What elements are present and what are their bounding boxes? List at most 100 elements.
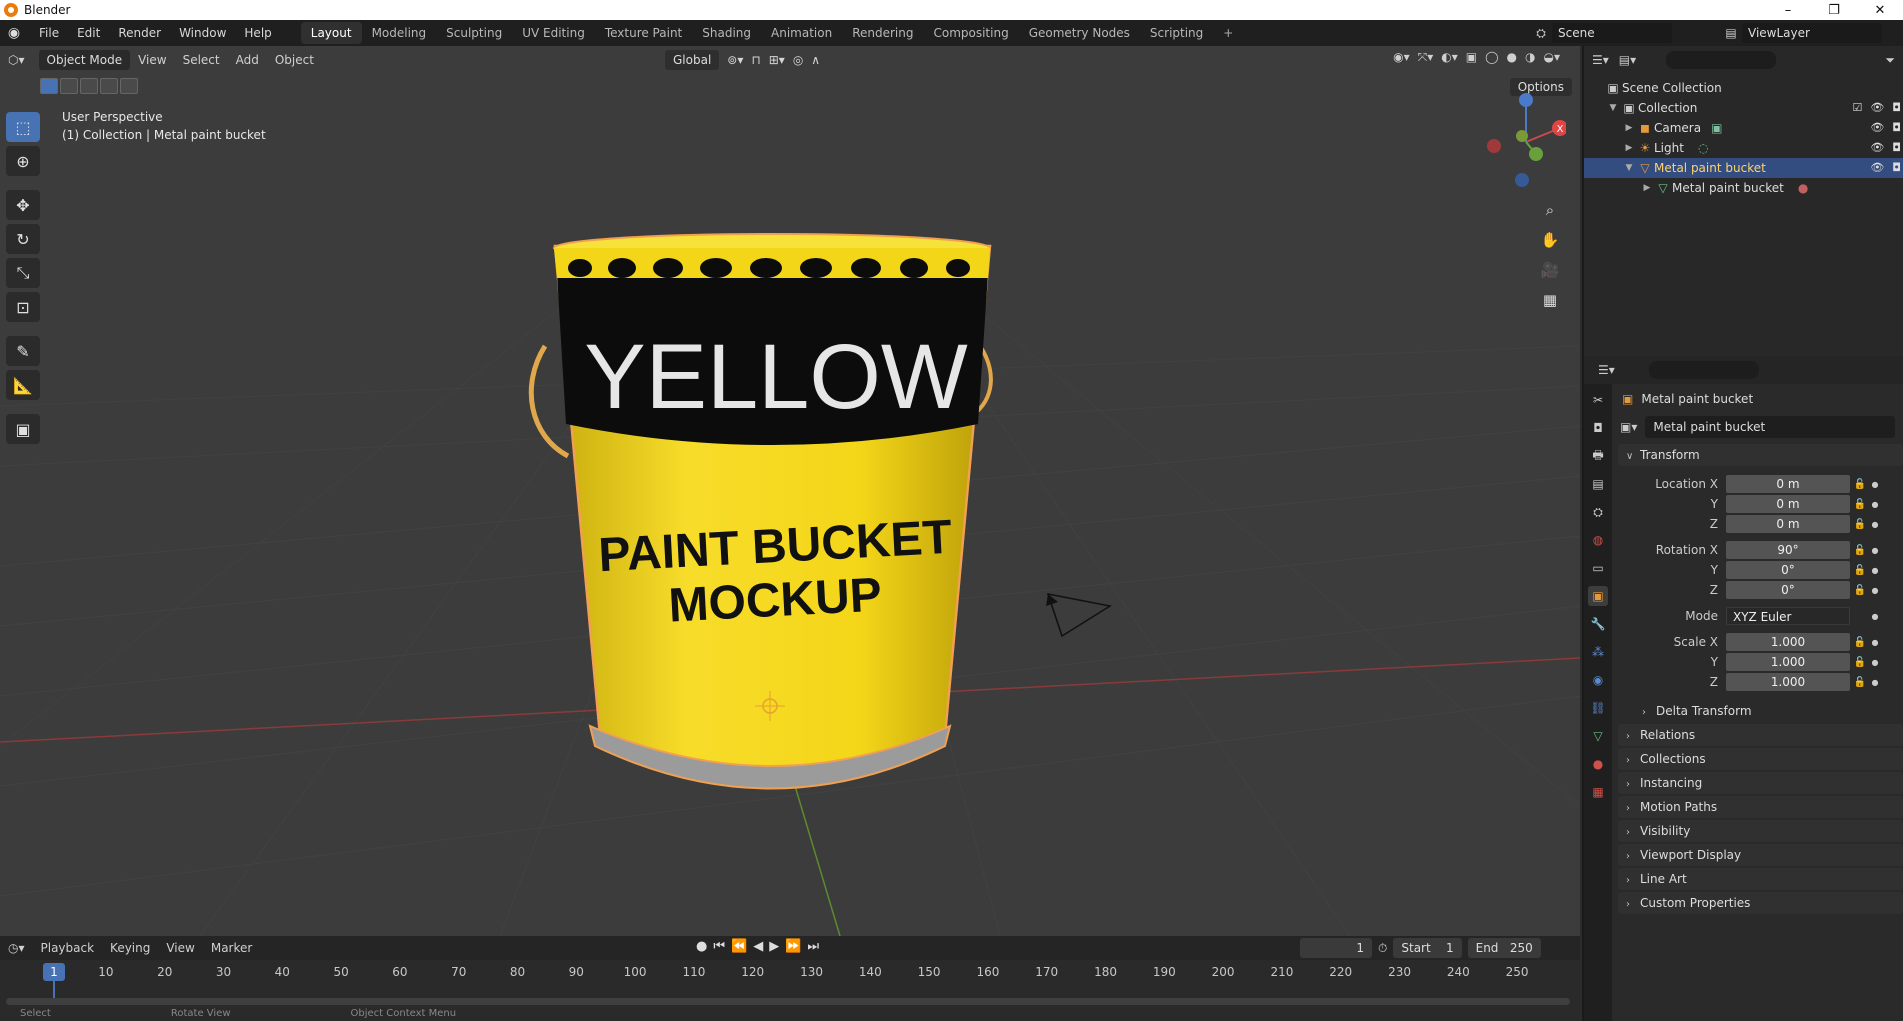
keyframe-dot-icon[interactable]: ● — [1870, 546, 1880, 555]
eye-icon[interactable]: 👁 — [1870, 158, 1884, 178]
keyframe-dot-icon[interactable]: ● — [1870, 638, 1880, 647]
expand-arrow-icon[interactable]: ▶ — [1622, 118, 1636, 138]
eye-icon[interactable]: 👁 — [1870, 98, 1884, 118]
add-menu[interactable]: Add — [228, 53, 267, 67]
select-subtract-icon[interactable] — [80, 78, 98, 94]
tab-uv-editing[interactable]: UV Editing — [512, 22, 595, 44]
record-icon[interactable]: ● — [696, 939, 707, 954]
location-x-field[interactable]: 0 m — [1726, 475, 1850, 493]
modifier-tab-icon[interactable]: 🔧 — [1588, 614, 1608, 634]
render-camera-icon[interactable]: ◘ — [1892, 98, 1901, 118]
scale-x-field[interactable]: 1.000 — [1726, 633, 1850, 651]
outliner-item-metal-paint-bucket[interactable]: ▼ ▽ Metal paint bucket 👁 ◘ — [1584, 158, 1903, 178]
visibility-panel-header[interactable]: › Visibility — [1618, 820, 1903, 842]
lock-icon[interactable]: 🔓 — [1850, 519, 1870, 530]
camera-data-icon[interactable]: ▣ — [1711, 118, 1722, 138]
tab-modeling[interactable]: Modeling — [362, 22, 437, 44]
scene-tab-icon[interactable]: ⛭ — [1588, 502, 1608, 522]
camera-view-icon[interactable]: 🎥 — [1536, 256, 1564, 284]
proportional-edit-icon[interactable]: ◎ — [793, 53, 803, 67]
marker-menu[interactable]: Marker — [203, 941, 260, 955]
material-icon[interactable]: ● — [1798, 178, 1808, 198]
filter-icon[interactable]: ⏷ — [1885, 53, 1895, 68]
object-menu[interactable]: Object — [267, 53, 322, 67]
tab-compositing[interactable]: Compositing — [923, 22, 1018, 44]
snap-target-icon[interactable]: ⊞▾ — [769, 53, 785, 67]
transform-panel-header[interactable]: ∨ Transform — [1618, 444, 1903, 466]
stopwatch-icon[interactable]: ⏱ — [1378, 941, 1387, 956]
visibility-icon[interactable]: ◉▾ — [1393, 50, 1410, 65]
restore-button[interactable]: ❐ — [1811, 0, 1857, 20]
scale-z-field[interactable]: 1.000 — [1726, 673, 1850, 691]
play-reverse-icon[interactable]: ◀ — [753, 939, 763, 954]
particles-tab-icon[interactable]: ⁂ — [1588, 642, 1608, 662]
transform-tool-icon[interactable]: ⊡ — [6, 292, 40, 322]
object-tab-icon[interactable]: ▣ — [1588, 586, 1608, 606]
outliner-item-mesh-data[interactable]: ▶ ▽ Metal paint bucket ● — [1584, 178, 1903, 198]
falloff-icon[interactable]: ∧ — [811, 53, 820, 67]
menu-window[interactable]: Window — [170, 20, 235, 46]
add-cube-tool-icon[interactable]: ▣ — [6, 414, 40, 444]
menu-render[interactable]: Render — [109, 20, 170, 46]
playhead-frame-label[interactable]: 1 — [43, 963, 65, 981]
data-tab-icon[interactable]: ▽ — [1588, 726, 1608, 746]
properties-editor-type-icon[interactable]: ☰▾ — [1598, 363, 1615, 377]
select-invert-icon[interactable] — [100, 78, 118, 94]
frame-ruler[interactable]: 10 20 30 40 50 60 70 80 90 100 110 120 130 140 150 160 1… — [0, 962, 1580, 984]
lock-icon[interactable]: 🔓 — [1850, 677, 1870, 688]
outliner-scene-collection[interactable]: ▣ Scene Collection — [1584, 78, 1903, 98]
orientation-dropdown[interactable]: Global — [665, 50, 720, 70]
render-camera-icon[interactable]: ◘ — [1892, 118, 1901, 138]
keyframe-dot-icon[interactable]: ● — [1870, 612, 1880, 621]
minimize-button[interactable]: – — [1765, 0, 1811, 20]
render-camera-icon[interactable]: ◘ — [1892, 158, 1901, 178]
object-browse-icon[interactable]: ▣▾ — [1620, 420, 1637, 434]
end-frame-field[interactable]: End 250 — [1467, 938, 1541, 958]
pan-hand-icon[interactable]: ✋ — [1536, 226, 1564, 254]
collection-tab-icon[interactable]: ▭ — [1588, 558, 1608, 578]
output-tab-icon[interactable]: 🖶 — [1588, 446, 1608, 466]
tab-animation[interactable]: Animation — [761, 22, 842, 44]
tab-geometry-nodes[interactable]: Geometry Nodes — [1019, 22, 1140, 44]
tool-tab-icon[interactable]: ✂ — [1588, 390, 1608, 410]
lock-icon[interactable]: 🔓 — [1850, 565, 1870, 576]
ortho-toggle-icon[interactable]: ▦ — [1536, 286, 1564, 314]
texture-tab-icon[interactable]: ▦ — [1588, 782, 1608, 802]
rotation-y-field[interactable]: 0° — [1726, 561, 1850, 579]
checkbox-icon[interactable]: ☑ — [1852, 98, 1862, 118]
eye-icon[interactable]: 👁 — [1870, 118, 1884, 138]
timeline-editor-type-icon[interactable]: ◷▾ — [0, 941, 33, 955]
location-y-field[interactable]: 0 m — [1726, 495, 1850, 513]
constraints-tab-icon[interactable]: ⛓ — [1588, 698, 1608, 718]
select-box-tool-icon[interactable]: ⬚ — [6, 112, 40, 142]
expand-arrow-icon[interactable]: ▼ — [1622, 158, 1636, 178]
lock-icon[interactable]: 🔓 — [1850, 637, 1870, 648]
properties-search-input[interactable] — [1648, 361, 1759, 379]
solid-shading-icon[interactable]: ● — [1507, 50, 1517, 65]
scene-name-field[interactable]: Scene — [1552, 23, 1672, 43]
tab-layout[interactable]: Layout — [300, 22, 362, 44]
lock-icon[interactable]: 🔓 — [1850, 499, 1870, 510]
view-menu[interactable]: View — [130, 53, 174, 67]
display-mode-icon[interactable]: ▤▾ — [1619, 53, 1636, 67]
view-layer-icon[interactable]: ▤ — [1720, 26, 1742, 40]
expand-arrow-icon[interactable]: ▶ — [1640, 178, 1654, 198]
annotate-tool-icon[interactable]: ✎ — [6, 336, 40, 366]
outliner-search-input[interactable] — [1666, 51, 1777, 69]
outliner-editor-type-icon[interactable]: ☰▾ — [1592, 53, 1609, 67]
tab-scripting[interactable]: Scripting — [1140, 22, 1213, 44]
axis-gizmo-icon[interactable]: X — [1476, 90, 1568, 190]
keying-menu[interactable]: Keying — [102, 941, 158, 955]
object-name-field[interactable]: Metal paint bucket — [1645, 416, 1896, 438]
start-frame-field[interactable]: Start 1 — [1393, 938, 1462, 958]
playback-menu[interactable]: Playback — [33, 941, 103, 955]
rendered-shading-icon[interactable]: ◒▾ — [1544, 50, 1561, 65]
scale-y-field[interactable]: 1.000 — [1726, 653, 1850, 671]
outliner-item-light[interactable]: ▶ ☀ Light ◌ 👁 ◘ — [1584, 138, 1903, 158]
location-z-field[interactable]: 0 m — [1726, 515, 1850, 533]
render-tab-icon[interactable]: ◘ — [1588, 418, 1608, 438]
custom-properties-panel-header[interactable]: › Custom Properties — [1618, 892, 1903, 914]
keyframe-dot-icon[interactable]: ● — [1870, 520, 1880, 529]
relations-panel-header[interactable]: › Relations — [1618, 724, 1903, 746]
tab-sculpting[interactable]: Sculpting — [436, 22, 512, 44]
